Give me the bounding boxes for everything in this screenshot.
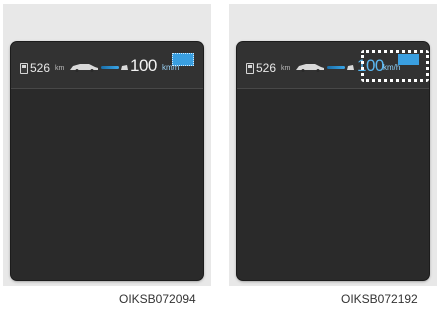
vehicle-icon [296,64,324,72]
speed-limit-highlight [172,53,194,66]
focus-dotted-frame [361,50,429,82]
range-unit: km [281,65,291,72]
vehicle-icon [70,64,98,72]
range-value: 526 [30,61,51,75]
set-speed-value: 100 [130,56,157,75]
figure-code: OIKSB072192 [341,292,418,306]
preceding-vehicle-icon [347,65,354,70]
cluster-display: 526 km 100 km/h [237,42,429,280]
status-bar: 526 km 100 km/h [237,42,429,89]
range-value: 526 [256,61,277,75]
fuel-gauge-icon [246,63,254,74]
following-distance-icon [327,66,345,69]
cluster-display: 526 km 100 km/h [11,42,203,280]
figure-code: OIKSB072094 [119,292,196,306]
figure-panel-right: 526 km 100 km/h [229,4,437,286]
fuel-gauge-icon [20,63,28,74]
range-unit: km [55,65,65,72]
figure-panel-left: 526 km 100 km/h [3,4,211,286]
preceding-vehicle-icon [121,65,128,70]
status-bar: 526 km 100 km/h [11,42,203,89]
following-distance-icon [101,66,119,69]
